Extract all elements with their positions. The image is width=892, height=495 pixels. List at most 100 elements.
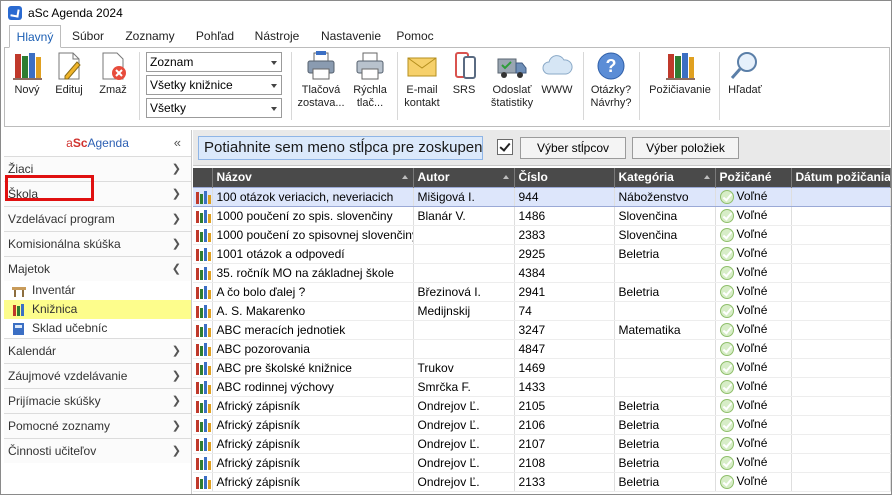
tab-hlavny[interactable]: Hlavný: [9, 25, 61, 48]
lending-button[interactable]: Požičiavanie: [645, 50, 715, 97]
tab-subor[interactable]: Súbor: [67, 25, 109, 47]
sidebar-header: aScAgenda «: [4, 130, 191, 156]
column-header-pozicane[interactable]: Požičané: [715, 168, 792, 187]
edit-button[interactable]: Edituj: [51, 50, 87, 97]
sidebar-subitem-sklad-ucebnic[interactable]: Sklad učebníc: [4, 319, 191, 338]
cell-datum-pozicania: [791, 244, 891, 264]
table-row[interactable]: ABC rodinnej výchovy Smrčka F. 1433 Voľné: [193, 377, 891, 397]
filter-combo-value: Všetky: [150, 101, 187, 115]
chevron-down-icon: ❯: [171, 213, 181, 225]
delete-button[interactable]: Zmaž: [95, 50, 131, 97]
column-header-autor[interactable]: Autor: [413, 168, 515, 187]
library-combo-value: Všetky knižnice: [150, 78, 233, 92]
search-button[interactable]: Hľadať: [723, 50, 767, 97]
cell-cislo: 1433: [514, 377, 615, 397]
available-check-icon: [719, 474, 734, 489]
select-items-button[interactable]: Výber položiek: [632, 137, 739, 159]
select-columns-button[interactable]: Výber stĺpcov: [520, 137, 626, 159]
book-icon: [195, 380, 211, 394]
table-row[interactable]: ABC pozorovania 4847 Voľné: [193, 339, 891, 359]
new-button[interactable]: Nový: [9, 50, 45, 97]
cell-autor: Smrčka F.: [413, 377, 515, 397]
cell-kategoria: Beletria: [614, 396, 716, 416]
tab-pomoc[interactable]: Pomoc: [393, 25, 437, 47]
column-header-kategoria[interactable]: Kategória: [614, 168, 716, 187]
table-row[interactable]: 35. ročník MO na základnej škole 4384 Voľn…: [193, 263, 891, 283]
row-icon-cell: [193, 396, 213, 416]
asc-agenda-logo[interactable]: aScAgenda: [66, 136, 129, 150]
status-text: Voľné: [736, 398, 768, 413]
table-row[interactable]: ABC meracích jednotiek 3247 Matematika Voľn…: [193, 320, 891, 340]
table-row[interactable]: Africký zápisník Ondrejov Ľ. 2106 Beletria V…: [193, 415, 891, 435]
available-check-icon: [719, 322, 734, 337]
sidebar-item-prijimacie-skusky[interactable]: Prijímacie skúšky ❯: [4, 388, 191, 413]
table-row[interactable]: ABC pre školské knižnice Trukov 1469 Voľné: [193, 358, 891, 378]
available-check-icon: [719, 246, 734, 261]
available-check-icon: [719, 436, 734, 451]
sidebar-item-kalendar[interactable]: Kalendár ❯: [4, 338, 191, 363]
sidebar-item-vzdelavaci-program[interactable]: Vzdelávací program ❯: [4, 206, 191, 231]
column-header-cislo[interactable]: Číslo: [514, 168, 615, 187]
book-icon: [195, 399, 211, 413]
ribbon-separator: [583, 52, 584, 120]
tab-pohlad[interactable]: Pohľad: [189, 25, 241, 47]
status-text: Voľné: [736, 284, 768, 299]
book-icon: [195, 418, 211, 432]
table-row[interactable]: 1000 poučení zo spisovnej slovenčiny 2383…: [193, 225, 891, 245]
email-contact-button[interactable]: E-mail kontakt: [401, 50, 443, 110]
library-combo[interactable]: Všetky knižnice: [146, 75, 282, 95]
column-header-datum-pozicania[interactable]: Dátum požičania: [791, 168, 891, 187]
column-header-nazov[interactable]: Názov: [212, 168, 414, 187]
main-panel: Potiahnite sem meno stĺpca pre zoskupeni…: [193, 130, 891, 494]
table-row[interactable]: Africký zápisník Ondrejov Ľ. 2133 Beletria V…: [193, 472, 891, 492]
table-row[interactable]: 1001 otázok a odpovedí 2925 Beletria Voľné: [193, 244, 891, 264]
tab-nastroje[interactable]: Nástroje: [249, 25, 305, 47]
cell-autor: [413, 339, 515, 359]
questions-button[interactable]: ? Otázky? Návrhy?: [589, 50, 633, 110]
table-row[interactable]: Africký zápisník Ondrejov Ľ. 2105 Beletria V…: [193, 396, 891, 416]
sidebar-subitem-kniznica[interactable]: Knižnica: [4, 300, 191, 319]
tab-nastavenie[interactable]: Nastavenie: [315, 25, 387, 47]
cell-nazov: 1001 otázok a odpovedí: [212, 244, 414, 264]
table-row[interactable]: Africký zápisník Ondrejov Ľ. 2107 Beletria V…: [193, 434, 891, 454]
sidebar-item-label: Žiaci: [8, 162, 34, 176]
list-combo[interactable]: Zoznam: [146, 52, 282, 72]
filter-combo[interactable]: Všetky: [146, 98, 282, 118]
print-report-button[interactable]: Tlačová zostava...: [296, 50, 346, 110]
www-button[interactable]: WWW: [540, 50, 574, 97]
table-row[interactable]: A. S. Makarenko Medijnskij 74 Voľné: [193, 301, 891, 321]
cell-cislo: 2941: [514, 282, 615, 302]
cell-pozicane: Voľné: [715, 415, 792, 435]
sidebar-item-cinnosti-ucitelov[interactable]: Činnosti učiteľov ❯: [4, 438, 191, 463]
app-logo-icon: [8, 6, 22, 20]
table-row[interactable]: Africký zápisník Ondrejov Ľ. 2108 Beletria V…: [193, 453, 891, 473]
cell-datum-pozicania: [791, 186, 891, 207]
sidebar-item-pomocne-zoznamy[interactable]: Pomocné zoznamy ❯: [4, 413, 191, 438]
chevron-down-icon: [271, 61, 277, 65]
group-checkbox[interactable]: [497, 139, 513, 155]
quick-print-button[interactable]: Rýchla tlač...: [348, 50, 392, 110]
cell-pozicane: Voľné: [715, 453, 792, 473]
srs-button[interactable]: SRS: [449, 50, 479, 97]
sidebar-item-komisionalna-skuska[interactable]: Komisionálna skúška ❯: [4, 231, 191, 256]
table-row[interactable]: A čo bolo ďalej ? Březinová I. 2941 Beletri…: [193, 282, 891, 302]
cell-pozicane: Voľné: [715, 301, 792, 321]
row-icon-cell: [193, 358, 213, 378]
cell-pozicane: Voľné: [715, 358, 792, 378]
tab-zoznamy[interactable]: Zoznamy: [119, 25, 181, 47]
table-row[interactable]: 1000 poučení zo spis. slovenčiny Blanár V…: [193, 206, 891, 226]
group-drop-area[interactable]: Potiahnite sem meno stĺpca pre zoskupeni…: [198, 136, 483, 160]
sidebar-item-label: Záujmové vzdelávanie: [8, 369, 128, 383]
send-statistics-button[interactable]: Odoslať štatistiky: [487, 50, 537, 110]
sort-arrow-icon: [703, 175, 710, 179]
table-row[interactable]: 100 otázok veriacich, neveriacich Mišigov…: [193, 186, 891, 207]
chevron-down-icon: [271, 107, 277, 111]
collapse-sidebar-button[interactable]: «: [174, 130, 181, 156]
sidebar-item-zaujmove-vzdelavanie[interactable]: Záujmové vzdelávanie ❯: [4, 363, 191, 388]
cell-pozicane: Voľné: [715, 206, 792, 226]
status-text: Voľné: [736, 436, 768, 451]
cell-autor: Ondrejov Ľ.: [413, 472, 515, 492]
sidebar-subitem-inventar[interactable]: Inventár: [4, 281, 191, 300]
cell-cislo: 2925: [514, 244, 615, 264]
sidebar-item-majetok[interactable]: Majetok ❮: [4, 256, 191, 281]
